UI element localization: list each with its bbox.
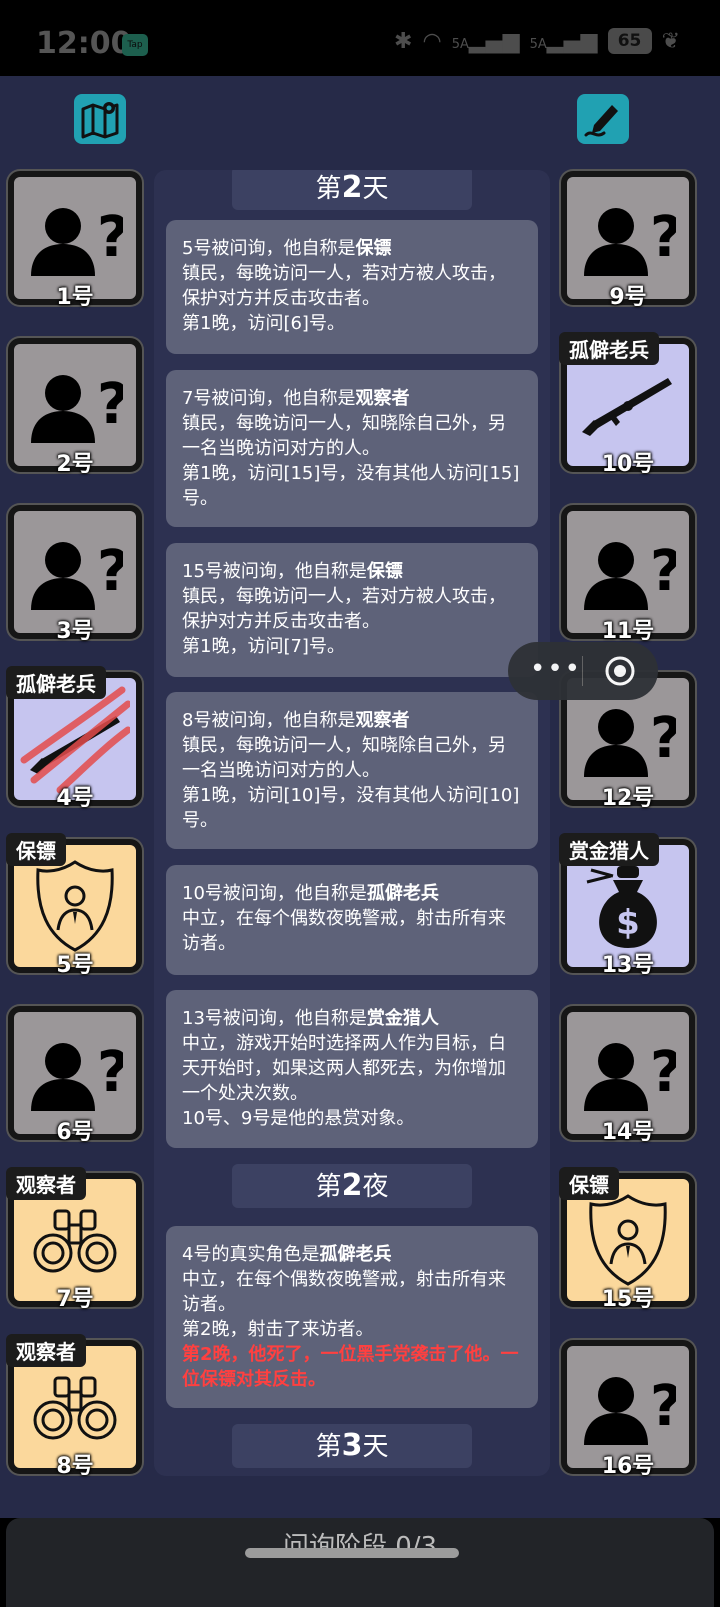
player-card-1号[interactable]: ?1号: [8, 171, 142, 310]
rifle-icon: [582, 378, 672, 436]
player-card-16号[interactable]: ? 16号: [561, 1340, 695, 1479]
unknown-player-icon: ?: [584, 1374, 676, 1445]
role-tag: 保镖: [559, 1167, 619, 1200]
svg-text:?: ?: [650, 1040, 676, 1105]
map-icon: [81, 102, 119, 139]
signal-icon-1: 5A▂▄▆: [451, 28, 520, 54]
unknown-player-icon: ?: [31, 1040, 123, 1111]
player-number: 7号: [56, 1287, 94, 1312]
player-card-15号[interactable]: 15号 保镖: [559, 1167, 695, 1312]
player-number: 11号: [601, 619, 655, 644]
player-number: 13号: [601, 953, 655, 978]
log-message: 8号被问询，他自称是观察者 镇民，每晚访问一人，知晓除自己外，另一名当晚访问对方…: [166, 692, 538, 849]
role-tag: 观察者: [6, 1167, 86, 1200]
money-bag-icon: $: [586, 866, 657, 948]
player-number: 6号: [56, 1120, 94, 1145]
role-tag: 孤僻老兵: [559, 332, 659, 365]
log-message: 7号被问询，他自称是观察者 镇民，每晚访问一人，知晓除自己外，另一名当晚访问对方…: [166, 370, 538, 527]
more-dots-icon[interactable]: •••: [530, 656, 582, 682]
player-number: 3号: [56, 619, 94, 644]
svg-text:?: ?: [97, 539, 123, 604]
unknown-player-icon: ?: [584, 1040, 676, 1111]
rifle-dead-icon: [20, 686, 130, 794]
player-card-5号[interactable]: 5号 保镖: [6, 833, 142, 978]
player-card-2号[interactable]: ?2号: [8, 338, 142, 477]
log-message: 15号被问询，他自称是保镖 镇民，每晚访问一人，若对方被人攻击，保护对方并反击攻…: [166, 543, 538, 677]
wifi-icon: ◠: [422, 28, 442, 54]
player-card-7号[interactable]: 7号 观察者: [6, 1167, 142, 1312]
player-number: 14号: [601, 1120, 655, 1145]
shield-guard-icon: [589, 1194, 667, 1286]
battery-indicator: 65: [607, 28, 652, 54]
player-number: 9号: [609, 285, 647, 310]
unknown-player-icon: ?: [584, 205, 676, 276]
player-card-11号[interactable]: ? 11号: [561, 505, 695, 644]
home-indicator[interactable]: [245, 1548, 459, 1558]
map-button[interactable]: [74, 94, 126, 144]
log-message: 5号被问询，他自称是保镖 镇民，每晚访问一人，若对方被人攻击，保护对方并反击攻击…: [166, 220, 538, 354]
bottom-bar: 问询阶段 0/3: [0, 1518, 720, 1607]
role-tag: 保镖: [6, 833, 66, 866]
mini-program-capsule[interactable]: •••: [508, 642, 658, 700]
pen-note-icon: [584, 105, 618, 137]
role-tag: 赏金猎人: [559, 833, 659, 866]
player-card-14号[interactable]: ? 14号: [561, 1006, 695, 1145]
unknown-player-icon: ?: [31, 539, 123, 610]
player-number: 8号: [56, 1454, 94, 1479]
status-time: 12:00: [36, 26, 132, 61]
binoculars-icon: [33, 1209, 117, 1273]
player-number: 5号: [56, 953, 94, 978]
status-bar: 12:00 Tap ✱ ◠ 5A▂▄▆ 5A▂▄▆ 65 ❦: [0, 0, 720, 76]
player-card-9号[interactable]: ?9号: [561, 171, 695, 310]
app-badge: Tap: [122, 34, 148, 56]
player-number: 10号: [601, 452, 655, 477]
unknown-player-icon: ?: [31, 205, 123, 276]
player-number: 15号: [601, 1287, 655, 1312]
role-tag: 孤僻老兵: [6, 666, 106, 699]
unknown-player-icon: ?: [31, 372, 123, 443]
role-tag: 观察者: [6, 1334, 86, 1367]
signal-icon-2: 5A▂▄▆: [529, 28, 598, 54]
player-card-8号[interactable]: 8号 观察者: [6, 1334, 142, 1479]
player-card-13号[interactable]: $13号 赏金猎人: [559, 833, 695, 978]
svg-text:?: ?: [650, 539, 676, 604]
player-number: 16号: [601, 1454, 655, 1479]
svg-text:?: ?: [97, 1040, 123, 1105]
log-message: 13号被问询，他自称是赏金猎人 中立，游戏开始时选择两人作为目标，白天开始时，如…: [166, 990, 538, 1148]
player-card-10号[interactable]: 10号 孤僻老兵: [559, 332, 695, 477]
game-log-panel[interactable]: 第2天 5号被问询，他自称是保镖 镇民，每晚访问一人，若对方被人攻击，保护对方并…: [154, 170, 550, 1476]
svg-text:?: ?: [97, 205, 123, 270]
close-target-icon[interactable]: [604, 655, 636, 687]
unknown-player-icon: ?: [584, 706, 676, 777]
log-message-death: 4号的真实角色是孤僻老兵 中立，在每个偶数夜晚警戒，射击所有来访者。 第2晚，射…: [166, 1226, 538, 1408]
svg-text:$: $: [616, 903, 640, 943]
player-number: 1号: [56, 285, 94, 310]
day-3-header: 第3天: [232, 1424, 472, 1468]
player-card-6号[interactable]: ?6号: [8, 1006, 142, 1145]
svg-text:?: ?: [650, 205, 676, 270]
night-2-header: 第2夜: [232, 1164, 472, 1208]
notes-button[interactable]: [577, 94, 629, 144]
leaf-icon: ❦: [661, 28, 680, 54]
shield-guard-icon: [36, 860, 114, 952]
player-number: 4号: [56, 786, 94, 811]
svg-text:?: ?: [650, 706, 676, 771]
binoculars-icon: [33, 1376, 117, 1440]
unknown-player-icon: ?: [584, 539, 676, 610]
svg-text:?: ?: [97, 372, 123, 437]
player-card-4号[interactable]: 4号 孤僻老兵: [6, 666, 142, 811]
log-message: 10号被问询，他自称是孤僻老兵 中立，在每个偶数夜晚警戒，射击所有来访者。: [166, 865, 538, 975]
player-card-3号[interactable]: ?3号: [8, 505, 142, 644]
day-2-header: 第2天: [232, 170, 472, 210]
player-number: 2号: [56, 452, 94, 477]
svg-text:?: ?: [650, 1374, 676, 1439]
player-number: 12号: [601, 786, 655, 811]
bluetooth-icon: ✱: [394, 28, 413, 54]
